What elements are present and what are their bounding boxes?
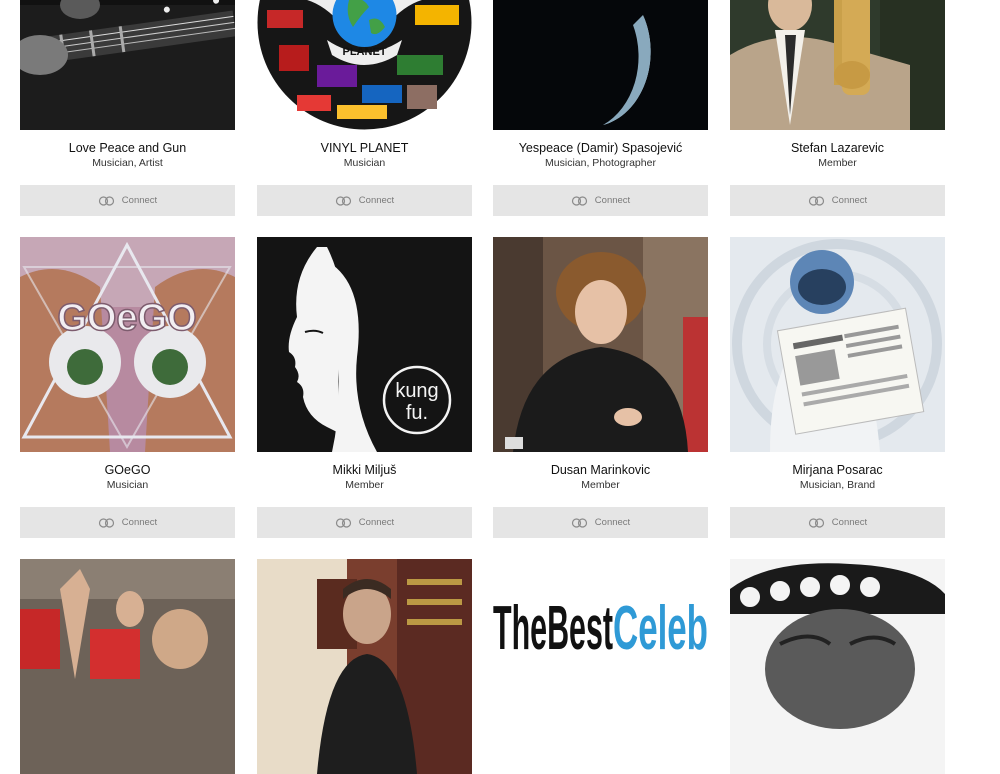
connect-label: Connect <box>594 517 631 528</box>
profile-photo[interactable] <box>730 0 945 130</box>
connect-rings-icon <box>98 517 114 528</box>
bestceleb-logo-part2: Celeb <box>613 594 708 663</box>
profile-role: Musician, Artist <box>92 157 163 169</box>
connect-button[interactable]: Connect <box>493 185 708 216</box>
connect-button[interactable]: Connect <box>20 185 235 216</box>
profile-role: Musician, Photographer <box>545 157 656 169</box>
connect-button[interactable]: Connect <box>730 185 945 216</box>
connect-rings-icon <box>808 517 824 528</box>
profile-photo[interactable] <box>493 0 708 130</box>
vinyl-planet-logo-text: PLANET <box>343 46 387 58</box>
connect-rings-icon <box>808 195 824 206</box>
connect-rings-icon <box>335 195 351 206</box>
connect-rings-icon <box>335 517 351 528</box>
profile-role: Musician, Brand <box>799 479 876 491</box>
profile-role: Musician <box>106 479 149 491</box>
profile-photo[interactable]: GOeGO <box>20 237 235 452</box>
profile-photo[interactable]: PLANET <box>257 0 472 130</box>
connect-button[interactable]: Connect <box>730 507 945 538</box>
profile-photo[interactable]: kung fu. <box>257 237 472 452</box>
profile-role: Musician <box>343 157 386 169</box>
connect-rings-icon <box>571 517 587 528</box>
connect-label: Connect <box>358 195 395 206</box>
profile-photo[interactable] <box>257 559 472 774</box>
connect-label: Connect <box>594 195 631 206</box>
goego-logo-text: GOeGO <box>57 297 196 339</box>
profile-photo[interactable]: TheBest Celeb <box>493 559 708 774</box>
connect-label: Connect <box>358 517 395 528</box>
profile-photo[interactable] <box>20 0 235 130</box>
bestceleb-logo-part1: TheBest <box>493 594 613 663</box>
profile-name[interactable]: Stefan Lazarevic <box>730 141 945 155</box>
connect-rings-icon <box>98 195 114 206</box>
connect-button[interactable]: Connect <box>20 507 235 538</box>
connect-button[interactable]: Connect <box>257 507 472 538</box>
profile-name[interactable]: Dusan Marinkovic <box>493 463 708 477</box>
profile-name[interactable]: VINYL PLANET <box>257 141 472 155</box>
connect-button[interactable]: Connect <box>493 507 708 538</box>
profile-role: Member <box>581 479 620 491</box>
profile-name[interactable]: Yespeace (Damir) Spasojević <box>493 141 708 155</box>
connect-label: Connect <box>121 195 158 206</box>
profile-photo[interactable] <box>493 237 708 452</box>
kungfu-logo-line1: kung <box>395 380 438 402</box>
profile-photo[interactable] <box>20 559 235 774</box>
connect-label: Connect <box>121 517 158 528</box>
connect-label: Connect <box>831 517 868 528</box>
profile-role: Member <box>818 157 857 169</box>
profile-name[interactable]: Love Peace and Gun <box>20 141 235 155</box>
profile-role: Member <box>345 479 384 491</box>
profile-name[interactable]: GOeGO <box>20 463 235 477</box>
connect-label: Connect <box>831 195 868 206</box>
profile-name[interactable]: Mirjana Posarac <box>730 463 945 477</box>
connect-rings-icon <box>571 195 587 206</box>
kungfu-logo-line2: fu. <box>406 402 428 424</box>
profile-name[interactable]: Mikki Miljuš <box>257 463 472 477</box>
profile-photo[interactable] <box>730 237 945 452</box>
profile-photo[interactable] <box>730 559 945 774</box>
connect-button[interactable]: Connect <box>257 185 472 216</box>
